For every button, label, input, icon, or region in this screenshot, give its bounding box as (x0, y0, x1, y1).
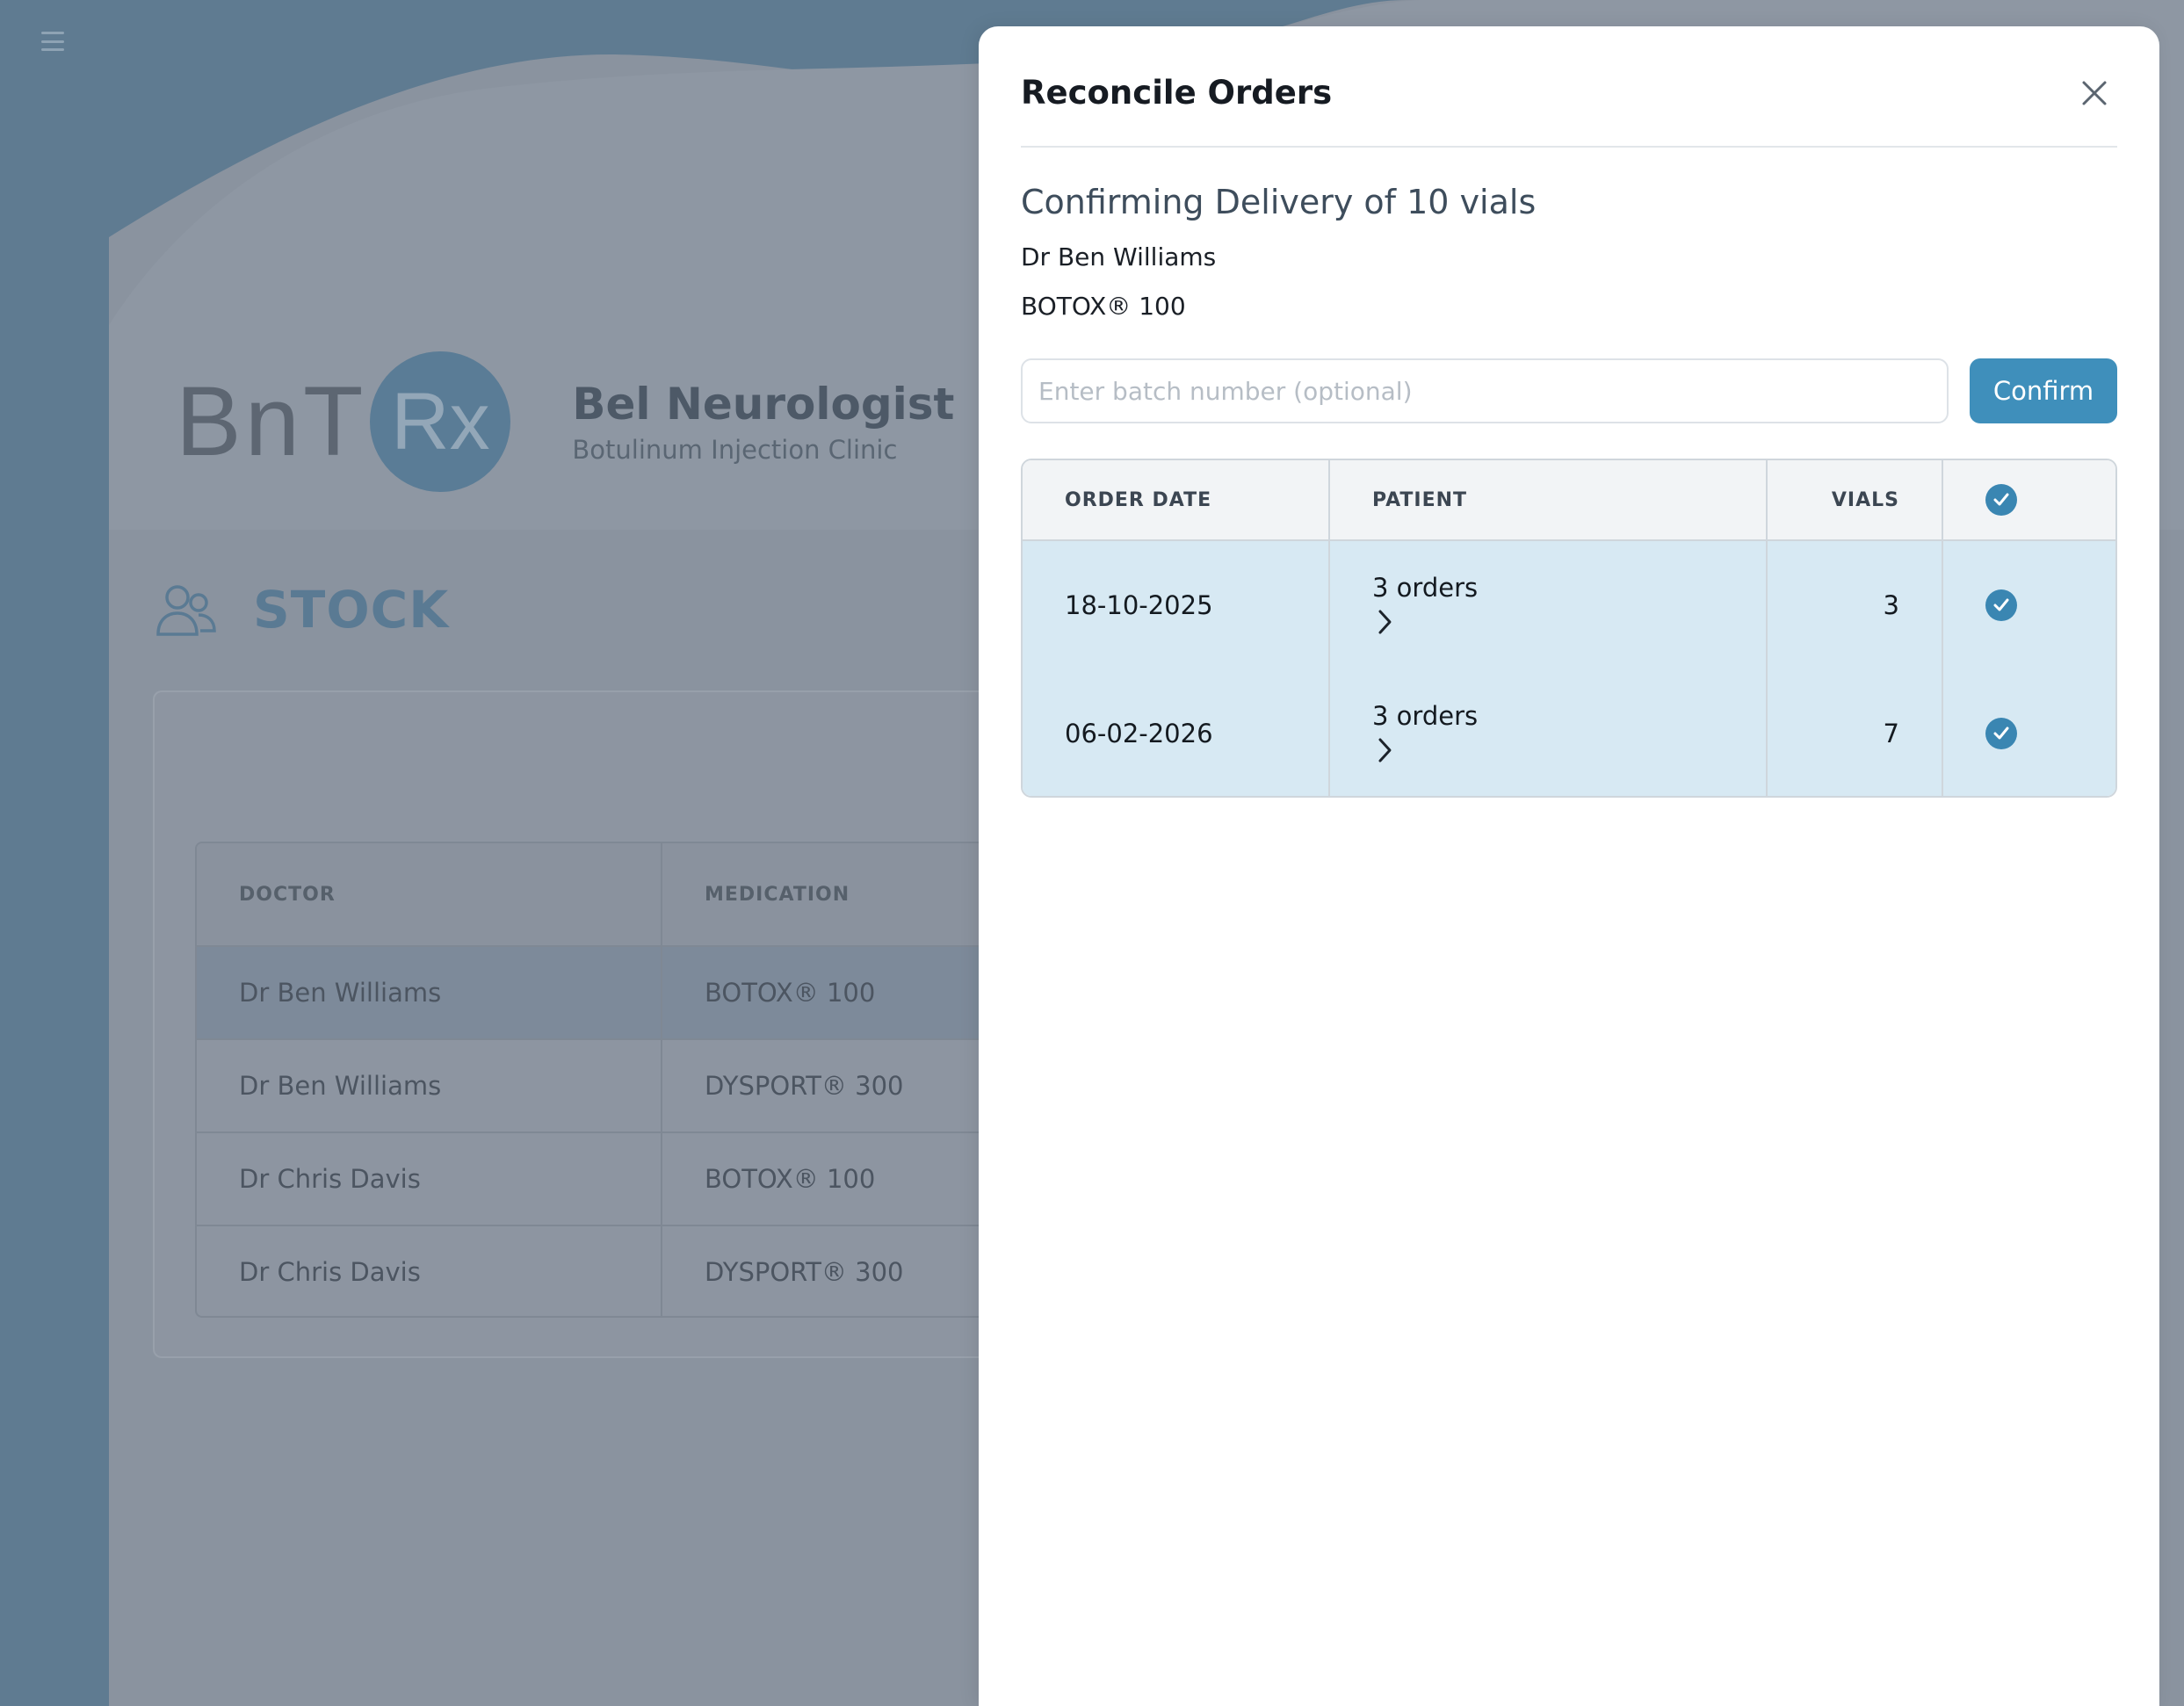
row-checkbox[interactable] (1985, 589, 2017, 621)
cell-medication: DYSPORT® 300 (705, 1257, 904, 1287)
check-icon (1993, 598, 2009, 611)
table-row[interactable]: Dr Chris Davis DYSPORT® 300 (197, 1225, 979, 1316)
stock-title: STOCK (253, 580, 450, 640)
chevron-right-icon[interactable] (1372, 606, 1397, 638)
confirm-button[interactable]: Confirm (1970, 358, 2117, 423)
stock-table: DOCTOR MEDICATION Dr Ben Williams BOTOX®… (195, 842, 979, 1318)
users-icon (156, 585, 216, 636)
select-all-checkbox[interactable] (1985, 484, 2017, 516)
check-icon (1993, 726, 2009, 740)
orders-table-header: ORDER DATE PATIENT VIALS (1023, 460, 2115, 541)
column-header-medication[interactable]: MEDICATION (662, 843, 979, 945)
cell-order-date: 18-10-2025 (1023, 541, 1330, 669)
column-header-vials[interactable]: VIALS (1768, 460, 1943, 539)
cell-patient-orders: 3 orders (1372, 701, 1479, 731)
hamburger-icon[interactable] (41, 32, 64, 51)
column-header-order-date[interactable]: ORDER DATE (1023, 460, 1330, 539)
clinic-name: Bel Neurologist (572, 379, 955, 430)
medication-name: BOTOX® 100 (1021, 292, 1186, 321)
batch-number-input[interactable] (1021, 358, 1949, 423)
brand-logo: BnT Rx (176, 351, 511, 492)
confirm-heading: Confirming Delivery of 10 vials (1021, 183, 1537, 221)
cell-order-date: 06-02-2026 (1023, 669, 1330, 796)
cell-doctor: Dr Ben Williams (197, 1040, 662, 1131)
orders-table: ORDER DATE PATIENT VIALS 18-10-2025 3 or… (1021, 459, 2117, 798)
doctor-name: Dr Ben Williams (1021, 242, 1217, 271)
modal-title: Reconcile Orders (1021, 74, 1333, 112)
column-header-patient[interactable]: PATIENT (1330, 460, 1768, 539)
cell-medication: DYSPORT® 300 (705, 1071, 904, 1101)
chevron-right-icon[interactable] (1372, 734, 1397, 766)
stock-section-title: STOCK (155, 580, 449, 640)
logo-rx-badge: Rx (370, 351, 511, 492)
cell-doctor: Dr Chris Davis (197, 1133, 662, 1225)
table-row: 06-02-2026 3 orders 7 (1023, 669, 2115, 796)
modal-divider (1021, 146, 2117, 148)
table-row[interactable]: Dr Chris Davis BOTOX® 100 (197, 1131, 979, 1225)
cell-medication: BOTOX® 100 (705, 1164, 876, 1194)
cell-medication: BOTOX® 100 (705, 978, 876, 1008)
cell-doctor: Dr Ben Williams (197, 947, 662, 1038)
cell-vials: 7 (1768, 669, 1943, 796)
cell-patient-orders: 3 orders (1372, 573, 1479, 603)
table-row[interactable]: Dr Ben Williams BOTOX® 100 (197, 945, 979, 1038)
clinic-subtitle: Botulinum Injection Clinic (572, 435, 898, 465)
logo-letters: BnT (176, 366, 367, 476)
table-row: 18-10-2025 3 orders 3 (1023, 541, 2115, 669)
check-icon (1993, 493, 2009, 506)
close-icon[interactable] (2079, 77, 2110, 109)
reconcile-orders-modal: Reconcile Orders Confirming Delivery of … (979, 26, 2159, 1706)
cell-vials: 3 (1768, 541, 1943, 669)
cell-doctor: Dr Chris Davis (197, 1226, 662, 1316)
stock-table-header: DOCTOR MEDICATION (197, 843, 979, 945)
brand-header: BnT Rx Bel Neurologist Botulinum Injecti… (176, 351, 954, 492)
column-header-doctor[interactable]: DOCTOR (197, 843, 662, 945)
row-checkbox[interactable] (1985, 718, 2017, 749)
table-row[interactable]: Dr Ben Williams DYSPORT® 300 (197, 1038, 979, 1131)
